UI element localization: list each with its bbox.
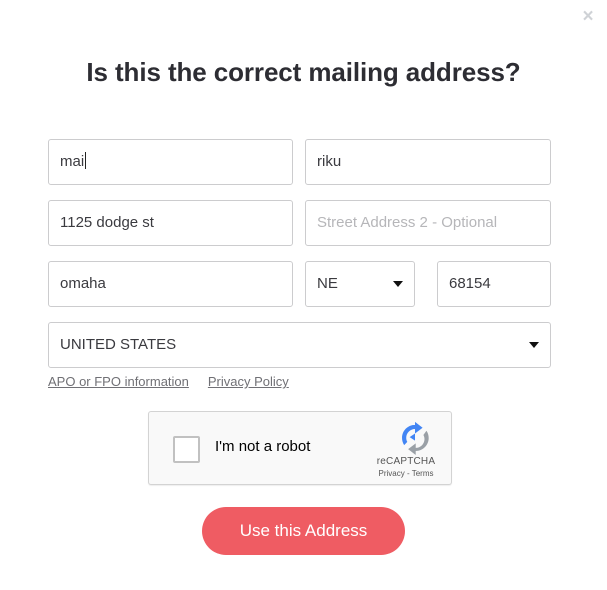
- use-this-address-button[interactable]: Use this Address: [201, 507, 406, 555]
- page-title: Is this the correct mailing address?: [86, 57, 521, 87]
- country-row: UNITED STATES: [48, 322, 552, 368]
- street-row: 1125 dodge st Street Address 2 - Optiona…: [48, 200, 552, 246]
- first-name-input[interactable]: mai: [48, 139, 293, 185]
- last-name-value: riku: [317, 153, 342, 170]
- state-value: NE: [317, 275, 338, 292]
- address-form: mai riku 1125 dodge st Street Address 2 …: [48, 139, 552, 383]
- footer-links: APO or FPO information Privacy Policy: [48, 374, 308, 389]
- zip-value: 68154: [449, 275, 491, 292]
- privacy-policy-link[interactable]: Privacy Policy: [208, 374, 289, 389]
- last-name-input[interactable]: riku: [305, 139, 551, 185]
- street-address-2-input[interactable]: Street Address 2 - Optional: [305, 200, 551, 246]
- first-name-value: mai: [60, 153, 85, 170]
- street-address-1-input[interactable]: 1125 dodge st: [48, 200, 293, 246]
- recaptcha-widget[interactable]: I'm not a robot reCAPTCHA Privacy - Term…: [148, 411, 452, 485]
- chevron-down-icon: [393, 281, 403, 287]
- recaptcha-checkbox[interactable]: [173, 436, 200, 463]
- text-cursor: [85, 152, 87, 169]
- city-input[interactable]: omaha: [48, 261, 293, 307]
- recaptcha-label: I'm not a robot: [215, 438, 311, 455]
- country-value: UNITED STATES: [60, 336, 177, 353]
- zip-input[interactable]: 68154: [437, 261, 551, 307]
- recaptcha-brand-text: reCAPTCHA: [376, 456, 436, 467]
- submit-area: Use this Address: [0, 507, 607, 555]
- street-address-1-value: 1125 dodge st: [60, 214, 154, 231]
- city-value: omaha: [60, 275, 106, 292]
- country-select[interactable]: UNITED STATES: [48, 322, 551, 368]
- close-icon[interactable]: ×: [578, 7, 598, 27]
- chevron-down-icon: [529, 342, 539, 348]
- recaptcha-logo-icon: [402, 421, 429, 455]
- name-row: mai riku: [48, 139, 552, 185]
- state-select[interactable]: NE: [305, 261, 415, 307]
- recaptcha-legal-text[interactable]: Privacy - Terms: [369, 469, 443, 478]
- city-state-zip-row: omaha NE 68154: [48, 261, 552, 307]
- apo-fpo-information-link[interactable]: APO or FPO information: [48, 374, 189, 389]
- street-address-2-placeholder: Street Address 2 - Optional: [317, 214, 498, 231]
- mailing-address-modal: × Is this the correct mailing address? m…: [0, 0, 607, 590]
